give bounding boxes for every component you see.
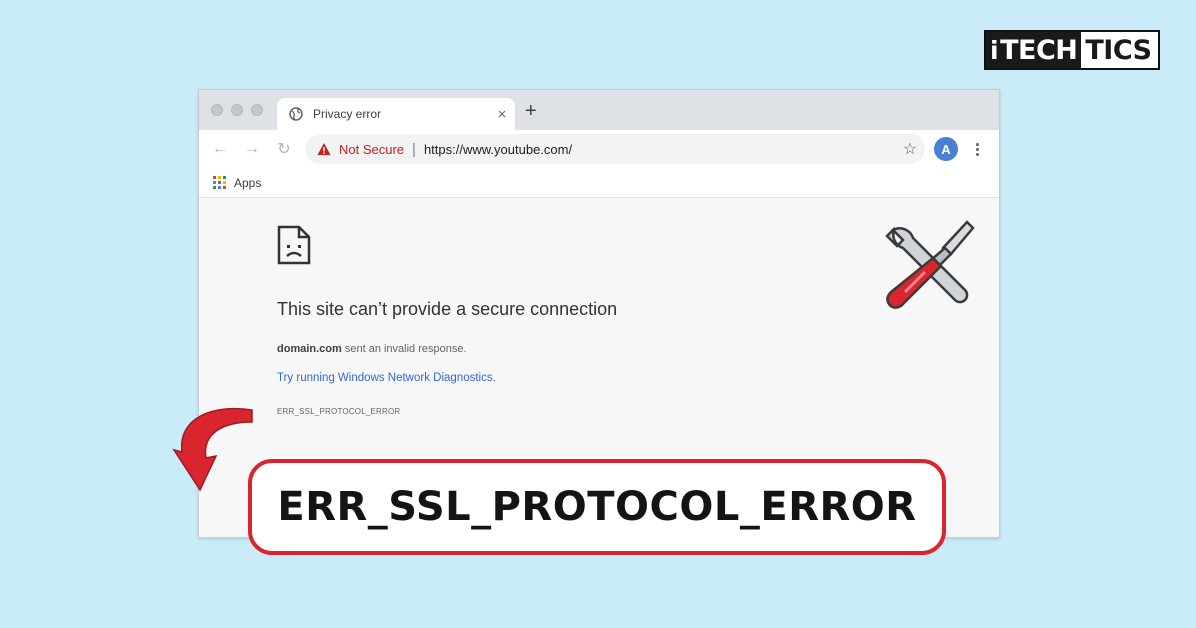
logo-tech: TECH [1000,32,1082,68]
bookmark-star-icon[interactable]: ☆ [895,139,925,159]
back-arrow-icon[interactable]: ← [209,138,231,160]
close-tab-icon[interactable]: × [489,106,515,123]
bookmark-apps[interactable]: Apps [234,176,261,190]
error-domain: domain.com [277,343,342,355]
apps-grid-icon [213,176,226,189]
error-message: domain.com sent an invalid response. [277,343,467,355]
sad-document-icon [277,225,311,265]
new-tab-button[interactable]: + [525,100,537,122]
warning-icon [317,143,331,155]
callout-text: ERR_SSL_PROTOCOL_ERROR [277,484,917,530]
tab-privacy-error[interactable]: Privacy error × [277,98,515,130]
maximize-window-button[interactable] [251,104,263,116]
logo-tics: TICS [1081,32,1158,68]
toolbar: ← → ↻ Not Secure | https://www.youtube.c… [199,130,999,168]
reload-icon[interactable]: ↻ [273,138,295,160]
forward-arrow-icon[interactable]: → [241,138,263,160]
address-bar[interactable]: Not Secure | https://www.youtube.com/ ☆ [305,134,925,164]
close-window-button[interactable] [211,104,223,116]
globe-icon [289,107,303,121]
bookmarks-bar: Apps [199,168,999,198]
url-text[interactable]: https://www.youtube.com/ [424,142,895,157]
error-message-rest: sent an invalid response. [341,343,467,355]
address-separator: | [412,140,416,158]
repair-tools-icon [885,220,975,309]
not-secure-label[interactable]: Not Secure [339,142,404,157]
tab-bar: Privacy error × + [199,90,999,130]
curved-arrow-icon [172,407,253,492]
error-headline: This site can’t provide a secure connect… [277,299,618,319]
more-menu-icon[interactable] [969,137,985,161]
error-code-callout: ERR_SSL_PROTOCOL_ERROR [248,459,946,555]
diagnostics-link[interactable]: Try running Windows Network Diagnostics. [277,372,496,384]
window-controls [211,104,263,116]
logo-i: i [986,32,1001,68]
itechtics-logo: i TECH TICS [984,30,1160,70]
minimize-window-button[interactable] [231,104,243,116]
profile-avatar[interactable]: A [934,137,958,161]
error-code: ERR_SSL_PROTOCOL_ERROR [277,407,401,416]
tab-title: Privacy error [313,107,382,121]
